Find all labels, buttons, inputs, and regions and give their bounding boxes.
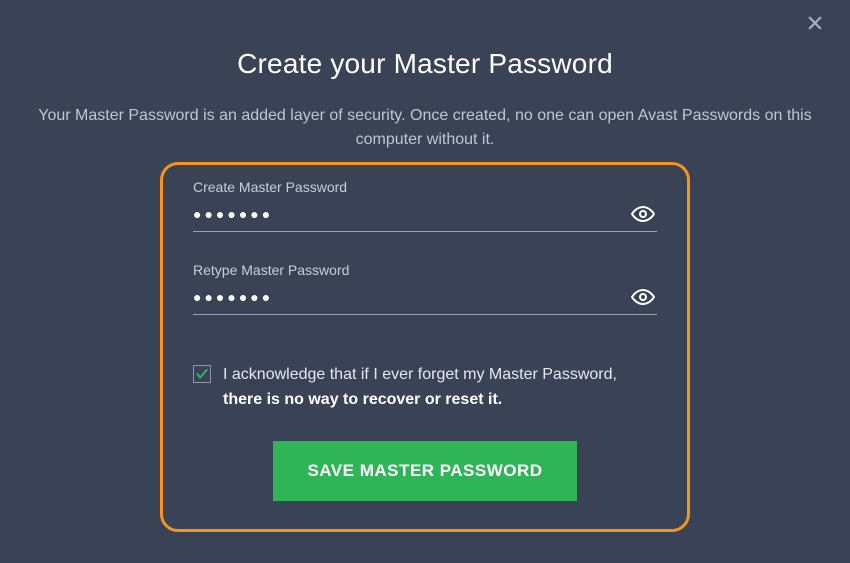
- retype-password-group: Retype Master Password: [193, 262, 657, 315]
- eye-icon[interactable]: [629, 286, 657, 308]
- retype-password-row: [193, 286, 657, 315]
- acknowledge-text-bold: there is no way to recover or reset it.: [223, 391, 502, 408]
- dialog-subtitle: Your Master Password is an added layer o…: [0, 104, 850, 152]
- create-password-group: Create Master Password: [193, 179, 657, 232]
- dialog-title: Create your Master Password: [0, 48, 850, 80]
- retype-password-label: Retype Master Password: [193, 262, 657, 278]
- create-password-input[interactable]: [193, 206, 629, 222]
- retype-password-input[interactable]: [193, 289, 629, 305]
- acknowledge-text: I acknowledge that if I ever forget my M…: [223, 363, 657, 413]
- acknowledge-text-prefix: I acknowledge that if I ever forget my M…: [223, 366, 617, 383]
- save-master-password-button[interactable]: SAVE MASTER PASSWORD: [273, 441, 576, 501]
- password-form: Create Master Password Retype Master Pas…: [160, 162, 690, 532]
- create-password-label: Create Master Password: [193, 179, 657, 195]
- close-icon[interactable]: [806, 14, 830, 38]
- dialog-header: Create your Master Password Your Master …: [0, 0, 850, 152]
- acknowledge-row: I acknowledge that if I ever forget my M…: [193, 363, 657, 413]
- acknowledge-checkbox[interactable]: [193, 365, 211, 383]
- create-password-row: [193, 203, 657, 232]
- eye-icon[interactable]: [629, 203, 657, 225]
